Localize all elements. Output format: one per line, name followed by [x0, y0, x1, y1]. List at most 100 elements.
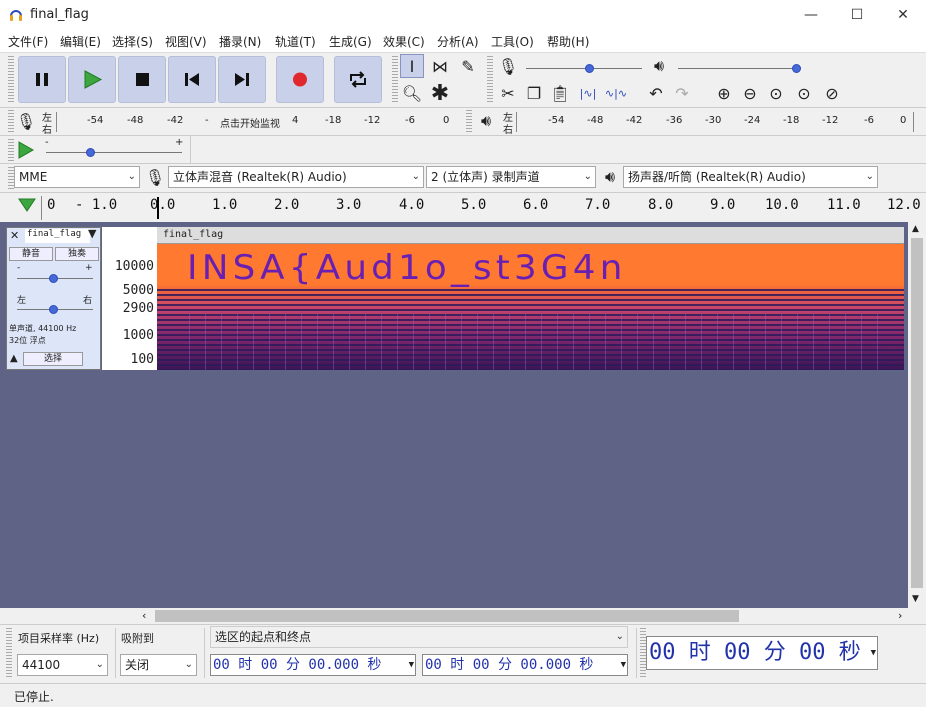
- close-window-button[interactable]: ✕: [880, 0, 926, 30]
- close-track-icon[interactable]: ✕: [10, 229, 19, 242]
- tools-grip[interactable]: [392, 56, 398, 103]
- scroll-up-icon[interactable]: ▲: [912, 224, 919, 234]
- loop-button[interactable]: [334, 56, 382, 103]
- record-volume-track[interactable]: [526, 68, 642, 69]
- playback-volume-track[interactable]: [678, 68, 798, 69]
- copy-icon[interactable]: ❐: [522, 81, 546, 105]
- play-button[interactable]: [68, 56, 116, 103]
- draw-tool-icon[interactable]: ✎: [456, 54, 480, 78]
- selection-end-time[interactable]: 00 时 00 分 00.000 秒 ▼: [422, 654, 628, 676]
- meter-tick: -48: [127, 115, 144, 126]
- speed-track[interactable]: [46, 152, 182, 153]
- audio-position-time[interactable]: 00 时 00 分 00 秒 ▼: [646, 636, 878, 670]
- zoom-in-icon[interactable]: ⊕: [712, 81, 736, 105]
- solo-button[interactable]: 独奏: [55, 247, 99, 261]
- vertical-scrollbar[interactable]: ▲ ▼: [908, 222, 926, 608]
- speed-slider[interactable]: [86, 148, 95, 157]
- scroll-left-icon[interactable]: ‹: [142, 609, 146, 622]
- menu-tracks[interactable]: 轨道(T): [275, 33, 316, 50]
- track-menu-button[interactable]: final_flag: [25, 229, 90, 243]
- monitor-prompt[interactable]: 点击开始监视: [220, 115, 280, 130]
- ruler-label: 11.0: [827, 197, 861, 213]
- record-volume-slider[interactable]: [585, 64, 594, 73]
- selection-mode-select[interactable]: 选区的起点和终点 ⌄: [210, 626, 628, 648]
- scroll-right-icon[interactable]: ›: [898, 609, 902, 622]
- cut-icon[interactable]: ✂: [496, 81, 520, 105]
- spectrogram-view[interactable]: INSA{Aud1o_st3G4n: [157, 244, 904, 370]
- menu-help[interactable]: 帮助(H): [547, 33, 589, 50]
- zoom-tool-icon[interactable]: 🔍︎: [400, 81, 424, 105]
- play-at-speed-icon[interactable]: [16, 140, 36, 160]
- mute-button[interactable]: 静音: [9, 247, 53, 261]
- snap-select[interactable]: 关闭 ⌄: [120, 654, 197, 676]
- horizontal-scrollbar[interactable]: ‹ ›: [0, 608, 926, 624]
- scroll-down-icon[interactable]: ▼: [912, 594, 919, 604]
- window-title: final_flag: [30, 7, 89, 22]
- vertical-scroll-thumb[interactable]: [911, 238, 923, 588]
- menu-file[interactable]: 文件(F): [8, 33, 48, 50]
- menu-edit[interactable]: 编辑(E): [60, 33, 101, 50]
- play-meter-grip[interactable]: [466, 110, 472, 134]
- play-position-marker[interactable]: [157, 197, 159, 219]
- gain-plus-label: +: [85, 263, 93, 273]
- audacity-logo-icon: [10, 10, 22, 21]
- stop-icon: [136, 73, 149, 86]
- envelope-tool-icon[interactable]: ⋈: [428, 54, 452, 78]
- collapse-track-icon[interactable]: ▲: [10, 353, 18, 364]
- silence-audio-icon[interactable]: ∿|∿: [604, 81, 628, 105]
- pause-button[interactable]: [18, 56, 66, 103]
- playback-device-select[interactable]: 扬声器/听筒 (Realtek(R) Audio) ⌄: [623, 166, 878, 188]
- selection-grip[interactable]: [6, 628, 12, 678]
- chevron-down-icon[interactable]: ▼: [88, 227, 96, 240]
- recording-channels-select[interactable]: 2 (立体声) 录制声道 ⌄: [426, 166, 596, 188]
- clip-title-bar[interactable]: final_flag: [157, 227, 904, 244]
- speed-grip[interactable]: [8, 139, 14, 161]
- undo-icon[interactable]: ↶: [644, 81, 668, 105]
- menu-tools[interactable]: 工具(O): [491, 33, 534, 50]
- toolbar-grip[interactable]: [8, 56, 14, 103]
- edit-grip[interactable]: [487, 56, 493, 103]
- frequency-ruler[interactable]: 10000 5000 2900 1000 100: [102, 227, 157, 370]
- pan-slider[interactable]: [49, 305, 58, 314]
- minimize-button[interactable]: —: [788, 0, 834, 30]
- playback-meter-icon[interactable]: 🔊︎: [474, 109, 498, 133]
- gain-slider[interactable]: [49, 274, 58, 283]
- redo-icon[interactable]: ↷: [670, 81, 694, 105]
- recording-device-select[interactable]: 立体声混音 (Realtek(R) Audio) ⌄: [168, 166, 424, 188]
- maximize-button[interactable]: ☐: [834, 0, 880, 30]
- trim-audio-icon[interactable]: |∿|: [576, 81, 600, 105]
- paste-icon[interactable]: 📋︎: [548, 81, 572, 105]
- menu-effect[interactable]: 效果(C): [383, 33, 425, 50]
- menu-view[interactable]: 视图(V): [165, 33, 207, 50]
- play-meter-right: 右: [503, 125, 513, 136]
- zoom-out-icon[interactable]: ⊖: [738, 81, 762, 105]
- horizontal-scroll-thumb[interactable]: [155, 610, 739, 622]
- record-meter-icon[interactable]: 🎙︎: [14, 109, 38, 133]
- skip-to-start-button[interactable]: [168, 56, 216, 103]
- selection-start-time[interactable]: 00 时 00 分 00.000 秒 ▼: [210, 654, 416, 676]
- menu-analyze[interactable]: 分析(A): [437, 33, 479, 50]
- select-track-button[interactable]: 选择: [23, 352, 83, 366]
- timeline-play-head-icon[interactable]: [18, 197, 36, 213]
- menu-generate[interactable]: 生成(G): [329, 33, 372, 50]
- menu-select[interactable]: 选择(S): [112, 33, 153, 50]
- menu-transport[interactable]: 播录(N): [219, 33, 261, 50]
- project-rate-select[interactable]: 44100 ⌄: [17, 654, 108, 676]
- ruler-label: - 1.0: [75, 197, 118, 213]
- track-info-rate: 单声道, 44100 Hz: [9, 324, 77, 333]
- fit-selection-icon[interactable]: ⊙: [764, 81, 788, 105]
- freq-label: 10000: [114, 259, 154, 274]
- record-button[interactable]: [276, 56, 324, 103]
- meter-tick: -24: [744, 115, 761, 126]
- selection-tool-icon[interactable]: I: [400, 54, 424, 78]
- title-bar: final_flag — ☐ ✕: [0, 0, 926, 30]
- recording-device-icon: 🎙︎: [144, 167, 166, 187]
- playback-volume-slider[interactable]: [792, 64, 801, 73]
- fit-project-icon[interactable]: ⊙: [792, 81, 816, 105]
- audio-host-value: MME: [19, 170, 48, 184]
- stop-button[interactable]: [118, 56, 166, 103]
- audio-host-select[interactable]: MME ⌄: [14, 166, 140, 188]
- skip-to-end-button[interactable]: [218, 56, 266, 103]
- multi-tool-icon[interactable]: ✱: [428, 81, 452, 106]
- zoom-toggle-icon[interactable]: ⊘: [820, 81, 844, 105]
